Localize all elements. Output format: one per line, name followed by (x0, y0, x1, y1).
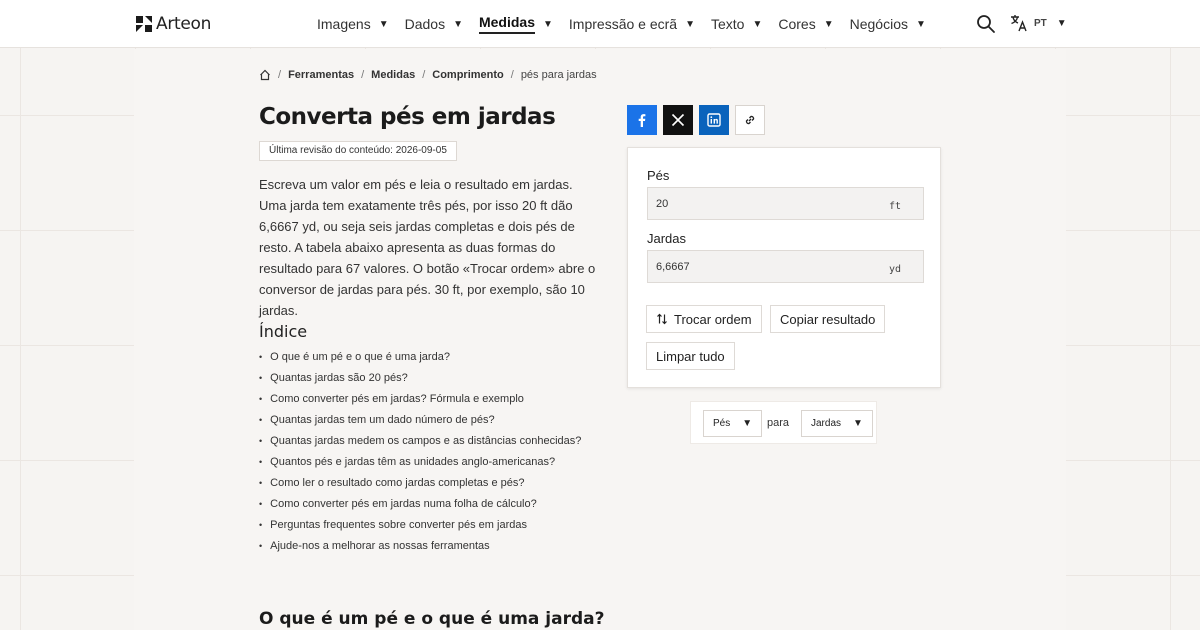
toc-title: Índice (259, 322, 308, 341)
linkedin-icon (707, 113, 721, 127)
yards-input[interactable] (656, 251, 876, 282)
clear-all-label: Limpar tudo (656, 348, 725, 364)
nav-item-negocios[interactable]: Negócios ▼ (850, 0, 926, 48)
toc-link[interactable]: Como converter pés em jardas numa folha … (259, 496, 581, 517)
swap-order-button[interactable]: Trocar ordem (646, 305, 762, 333)
link-icon (745, 115, 755, 125)
toc-link[interactable]: Ajude-nos a melhorar as nossas ferrament… (259, 538, 581, 559)
caret-down-icon: ▼ (742, 418, 753, 429)
copy-result-button[interactable]: Copiar resultado (770, 305, 886, 333)
intro-paragraph: Escreva um valor em pés e leia o resulta… (259, 177, 596, 318)
caret-down-icon: ▼ (543, 18, 553, 30)
to-unit-value: Jardas (811, 418, 842, 429)
nav-item-label: Cores (778, 16, 816, 32)
toc-link[interactable]: Perguntas frequentes sobre converter pés… (259, 517, 581, 538)
clear-all-button[interactable]: Limpar tudo (646, 342, 735, 370)
to-unit-select[interactable]: Jardas ▼ (801, 410, 873, 437)
search-icon (977, 15, 995, 33)
language-selector[interactable]: PT ▼ (1010, 14, 1067, 32)
share-linkedin-button[interactable] (699, 105, 729, 135)
top-navigation-bar: Arteon Imagens ▼ Dados ▼ Medidas ▼ Impre… (0, 0, 1200, 48)
breadcrumb-link-medidas[interactable]: Medidas (371, 69, 415, 81)
unit-label-ft: ft (888, 201, 901, 212)
brand-logo-icon (136, 16, 152, 32)
nav-item-medidas[interactable]: Medidas ▼ (478, 0, 553, 48)
language-code: PT (1034, 17, 1047, 29)
yards-input-field[interactable]: yd (647, 250, 924, 283)
unit-selector-bar: Pés ▼ para Jardas ▼ (690, 401, 877, 444)
section-heading: O que é um pé e o que é uma jarda? (259, 609, 605, 629)
breadcrumb-separator: / (510, 69, 514, 81)
share-buttons (627, 105, 765, 135)
nav-item-dados[interactable]: Dados ▼ (405, 0, 463, 48)
breadcrumb-link-comprimento[interactable]: Comprimento (432, 69, 504, 81)
share-facebook-button[interactable] (627, 105, 657, 135)
nav-item-label: Imagens (317, 16, 371, 32)
caret-down-icon: ▼ (752, 18, 763, 30)
brand-logo[interactable]: Arteon (136, 14, 211, 34)
caret-down-icon: ▼ (378, 18, 389, 30)
caret-down-icon: ▼ (685, 18, 695, 30)
brand-name: Arteon (156, 14, 212, 34)
breadcrumb-separator: / (278, 69, 282, 81)
home-icon[interactable] (259, 69, 271, 81)
toc-link[interactable]: Quantas jardas são 20 pés? (259, 370, 581, 391)
feet-input-field[interactable]: ft (647, 187, 924, 220)
nav-item-label: Medidas (478, 14, 535, 34)
table-of-contents: O que é um pé e o que é uma jarda? Quant… (259, 349, 581, 559)
copy-result-label: Copiar resultado (780, 311, 876, 327)
nav-item-cores[interactable]: Cores ▼ (778, 0, 833, 48)
nav-item-label: Negócios (849, 16, 908, 32)
x-icon (671, 113, 685, 127)
toc-link[interactable]: Como converter pés em jardas? Fórmula e … (259, 391, 581, 412)
swap-order-label: Trocar ordem (674, 311, 752, 327)
nav-item-impressao[interactable]: Impressão e ecrã ▼ (569, 0, 695, 48)
converter-card: Pés ft Jardas yd Trocar ordem Copiar res… (627, 147, 941, 388)
revision-badge: Última revisão do conteúdo: 2026-09-05 (259, 141, 457, 161)
to-field-label: Jardas (647, 231, 687, 246)
unit-connector: para (767, 417, 790, 429)
facebook-icon (638, 114, 646, 127)
toc-link[interactable]: Quantas jardas medem os campos e as dist… (259, 433, 581, 454)
from-unit-value: Pés (713, 418, 731, 429)
from-field-label: Pés (647, 168, 670, 183)
breadcrumb-separator: / (422, 69, 426, 81)
caret-down-icon: ▼ (916, 18, 926, 30)
caret-down-icon: ▼ (823, 18, 834, 30)
breadcrumb-separator: / (361, 69, 365, 81)
feet-input[interactable] (656, 188, 876, 219)
toc-link[interactable]: Como ler o resultado como jardas complet… (259, 475, 581, 496)
toc-link[interactable]: Quantos pés e jardas têm as unidades ang… (259, 454, 581, 475)
toc-link[interactable]: O que é um pé e o que é uma jarda? (259, 349, 581, 370)
caret-down-icon: ▼ (453, 18, 463, 30)
main-nav: Imagens ▼ Dados ▼ Medidas ▼ Impressão e … (317, 0, 942, 48)
search-button[interactable] (976, 14, 996, 34)
nav-item-label: Texto (710, 16, 745, 32)
from-unit-select[interactable]: Pés ▼ (703, 410, 763, 437)
copy-link-button[interactable] (735, 105, 765, 135)
swap-icon (657, 313, 667, 325)
caret-down-icon: ▼ (853, 418, 863, 429)
translate-icon (1011, 15, 1027, 32)
breadcrumb: / Ferramentas / Medidas / Comprimento / … (259, 69, 597, 81)
unit-label-yd: yd (888, 264, 901, 275)
breadcrumb-current: pés para jardas (520, 69, 597, 81)
nav-item-imagens[interactable]: Imagens ▼ (317, 0, 389, 48)
share-x-button[interactable] (663, 105, 693, 135)
nav-item-label: Dados (404, 16, 446, 32)
nav-item-texto[interactable]: Texto ▼ (711, 0, 762, 48)
breadcrumb-link-ferramentas[interactable]: Ferramentas (288, 69, 354, 81)
caret-down-icon: ▼ (1056, 17, 1067, 29)
toc-link[interactable]: Quantas jardas tem um dado número de pés… (259, 412, 581, 433)
nav-item-label: Impressão e ecrã (568, 16, 678, 32)
page-title: Converta pés em jardas (259, 104, 556, 130)
